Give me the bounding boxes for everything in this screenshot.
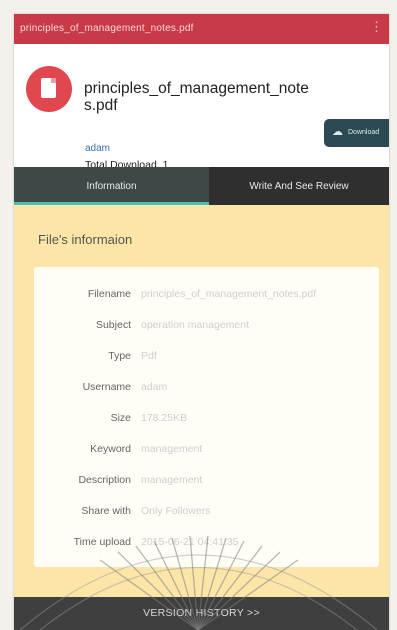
info-label: Size bbox=[110, 412, 131, 424]
info-row: Filename principles_of_management_notes.… bbox=[34, 288, 379, 308]
info-label: Filename bbox=[87, 288, 131, 300]
more-menu-icon[interactable]: ⋮ bbox=[370, 19, 383, 35]
info-label: Share with bbox=[81, 505, 131, 517]
document-icon bbox=[41, 78, 56, 98]
title-bar: principles_of_management_notes.pdf ⋮ bbox=[14, 14, 389, 44]
tab-write-and-see-review[interactable]: Write And See Review bbox=[209, 167, 389, 205]
info-row: Keyword management bbox=[34, 443, 379, 463]
uploader-link[interactable]: adam bbox=[85, 143, 110, 154]
info-row: Subject operation management bbox=[34, 319, 379, 339]
file-name: principles_of_management_notes.pdf bbox=[84, 80, 309, 114]
info-value: 2015-06-21 04:41:35 bbox=[141, 536, 239, 548]
info-value: principles_of_management_notes.pdf bbox=[141, 288, 317, 300]
info-value: Pdf bbox=[141, 350, 157, 362]
tab-information[interactable]: Information bbox=[14, 167, 209, 205]
info-value: 178.25KB bbox=[141, 412, 188, 424]
title-bar-text: principles_of_management_notes.pdf bbox=[20, 23, 194, 34]
pdf-file-icon bbox=[26, 66, 72, 112]
download-button[interactable]: ☁ Download bbox=[324, 119, 389, 147]
download-button-label: Download bbox=[348, 129, 380, 136]
info-value: Only Followers bbox=[141, 505, 211, 517]
info-row: Username adam bbox=[34, 381, 379, 401]
info-label: Time upload bbox=[73, 536, 131, 548]
info-label: Type bbox=[108, 350, 131, 362]
info-label: Subject bbox=[95, 319, 131, 331]
info-label: Description bbox=[78, 474, 131, 486]
info-row: Description management bbox=[34, 474, 379, 494]
info-row: Share with Only Followers bbox=[34, 505, 379, 525]
app-screen: principles_of_management_notes.pdf ⋮ pri… bbox=[14, 14, 389, 630]
file-info-section: File's informaion Filename principles_of… bbox=[14, 205, 389, 610]
info-label: Keyword bbox=[90, 443, 131, 455]
info-row: Size 178.25KB bbox=[34, 412, 379, 432]
info-value: management bbox=[141, 443, 203, 455]
info-value: operation management bbox=[141, 319, 249, 331]
version-history-button[interactable]: VERSION HISTORY >> bbox=[14, 597, 389, 630]
info-label: Username bbox=[82, 381, 131, 393]
tab-bar: Information Write And See Review bbox=[14, 167, 389, 205]
section-title: File's informaion bbox=[38, 232, 133, 247]
info-row: Type Pdf bbox=[34, 350, 379, 370]
info-value: management bbox=[141, 474, 203, 486]
info-row: Time upload 2015-06-21 04:41:35 bbox=[34, 536, 379, 556]
cloud-download-icon: ☁ bbox=[332, 126, 343, 138]
info-value: adam bbox=[141, 381, 168, 393]
file-info-card: Filename principles_of_management_notes.… bbox=[34, 267, 379, 567]
file-header: principles_of_management_notes.pdf adam … bbox=[14, 44, 389, 187]
